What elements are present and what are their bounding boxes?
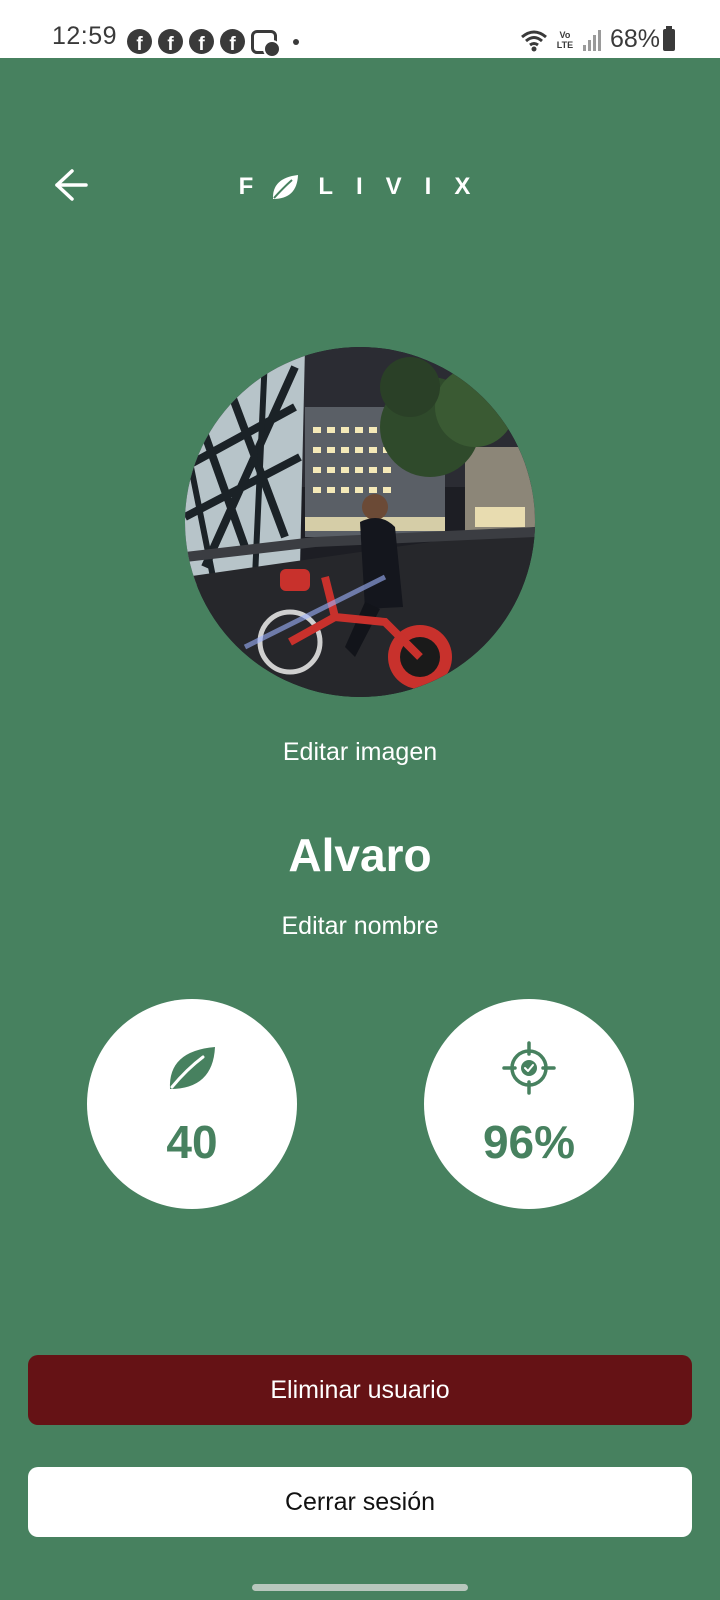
volte-icon: Vo LTE	[556, 29, 574, 50]
notification-icons: f f f f	[127, 29, 299, 58]
leaves-count: 40	[166, 1116, 218, 1168]
user-name: Alvaro	[288, 829, 432, 881]
delete-user-button[interactable]: Eliminar usuario	[28, 1355, 692, 1425]
dot-icon	[293, 38, 299, 45]
facebook-icon: f	[127, 29, 152, 54]
accuracy-stat-card: 96%	[424, 999, 634, 1209]
leaves-stat-card: 40	[87, 999, 297, 1209]
status-time: 12:59	[52, 22, 118, 50]
status-indicators: Vo LTE 68%	[520, 25, 660, 54]
edit-name-button[interactable]: Editar nombre	[0, 912, 720, 941]
facebook-icon: f	[158, 29, 183, 54]
app-logo: F LIVIX	[0, 170, 720, 204]
home-indicator[interactable]	[252, 1584, 468, 1591]
leaf-logo-icon	[273, 175, 299, 199]
messenger-icon	[251, 29, 281, 58]
signal-icon	[582, 29, 601, 51]
profile-photo	[185, 347, 535, 697]
battery-percent: 68%	[609, 25, 660, 53]
leaf-icon	[169, 1047, 215, 1089]
wifi-icon	[520, 30, 547, 51]
profile-avatar[interactable]	[185, 347, 535, 697]
edit-image-button[interactable]: Editar imagen	[0, 738, 720, 767]
battery-icon	[663, 26, 675, 51]
logo-suffix: LIVIX	[318, 173, 494, 200]
accuracy-percent: 96%	[482, 1116, 576, 1168]
facebook-icon: f	[189, 29, 214, 54]
target-check-icon	[502, 1041, 556, 1095]
logout-button[interactable]: Cerrar sesión	[28, 1467, 692, 1537]
status-bar: 12:59 f f f f Vo LTE 68%	[0, 0, 720, 58]
facebook-icon: f	[220, 29, 245, 54]
